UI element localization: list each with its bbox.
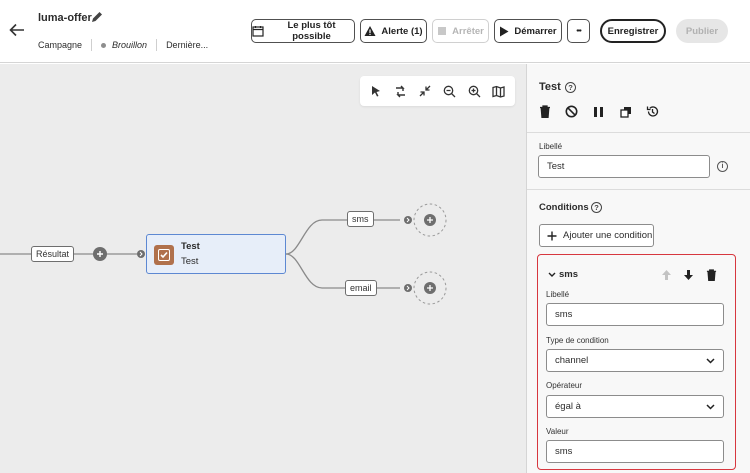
label-input[interactable]: Test bbox=[538, 155, 710, 178]
plus-icon bbox=[547, 231, 557, 240]
alert-label: Alerte (1) bbox=[381, 25, 423, 37]
condition-label-input[interactable]: sms bbox=[546, 303, 724, 326]
disable-icon[interactable] bbox=[564, 104, 579, 119]
pause-icon[interactable] bbox=[591, 104, 606, 119]
save-button[interactable]: Enregistrer bbox=[600, 19, 666, 43]
chevron-down-icon[interactable] bbox=[548, 272, 556, 278]
divider bbox=[91, 39, 93, 51]
result-tag[interactable]: Résultat bbox=[31, 246, 75, 262]
chevron-down-icon bbox=[706, 403, 715, 410]
operator-select[interactable]: égal à bbox=[546, 395, 724, 418]
label-caption: Libellé bbox=[539, 142, 563, 151]
branch-email-tag[interactable]: email bbox=[345, 280, 377, 296]
stop-button[interactable]: Arrêter bbox=[432, 19, 489, 43]
last-modified: Dernière... bbox=[166, 40, 209, 50]
operator-value: égal à bbox=[555, 401, 581, 412]
publish-label: Publier bbox=[685, 25, 719, 37]
condition-name: sms bbox=[559, 269, 579, 280]
panel-actions bbox=[537, 104, 660, 119]
conditions-help-icon[interactable]: ? bbox=[591, 202, 602, 213]
warning-icon bbox=[364, 26, 376, 36]
top-header: luma-offer Campagne Brouillon Dernière..… bbox=[0, 0, 750, 63]
move-up-icon[interactable] bbox=[661, 268, 672, 286]
condition-type-select[interactable]: channel bbox=[546, 349, 724, 372]
value-caption: Valeur bbox=[546, 427, 569, 436]
stop-icon bbox=[438, 27, 447, 35]
node-subtitle: Test bbox=[181, 256, 199, 267]
campaign-title: luma-offer bbox=[38, 12, 92, 24]
condition-type-caption: Type de condition bbox=[546, 336, 609, 345]
condition-node[interactable]: Test Test bbox=[146, 234, 286, 274]
save-label: Enregistrer bbox=[607, 25, 659, 37]
panel-title: Test bbox=[539, 81, 561, 93]
publish-button[interactable]: Publier bbox=[676, 19, 728, 43]
start-label: Démarrer bbox=[514, 25, 557, 37]
properties-panel: Test ? Libellé Test i Conditions ? Ajout… bbox=[526, 64, 750, 473]
chevron-down-icon bbox=[706, 357, 715, 364]
edit-pencil-icon[interactable] bbox=[90, 10, 104, 24]
condition-card: sms Libellé sms Type de condition channe… bbox=[537, 254, 736, 470]
schedule-button[interactable]: Le plus tôt possible bbox=[251, 19, 355, 43]
add-condition-button[interactable]: Ajouter une condition bbox=[539, 224, 654, 247]
conditions-title: Conditions bbox=[539, 202, 589, 213]
back-arrow-icon[interactable] bbox=[8, 21, 26, 39]
info-icon[interactable]: i bbox=[717, 161, 728, 172]
divider bbox=[527, 189, 750, 190]
divider bbox=[527, 132, 750, 133]
condition-type-value: channel bbox=[555, 355, 589, 366]
stop-label: Arrêter bbox=[452, 25, 484, 37]
divider bbox=[156, 39, 158, 51]
duplicate-icon[interactable] bbox=[618, 104, 633, 119]
branch-sms-tag[interactable]: sms bbox=[347, 211, 374, 227]
condition-checkbox-icon bbox=[154, 245, 174, 265]
move-down-icon[interactable] bbox=[683, 268, 694, 286]
history-icon[interactable] bbox=[645, 104, 660, 119]
play-icon bbox=[500, 26, 509, 36]
help-icon[interactable]: ? bbox=[565, 82, 576, 93]
add-condition-label: Ajouter une condition bbox=[563, 230, 653, 241]
more-icon: ••• bbox=[576, 27, 581, 35]
status-badge: Brouillon bbox=[112, 40, 148, 50]
start-button[interactable]: Démarrer bbox=[494, 19, 562, 43]
condition-value-input[interactable]: sms bbox=[546, 440, 724, 463]
condition-label-caption: Libellé bbox=[546, 290, 570, 299]
alert-button[interactable]: Alerte (1) bbox=[360, 19, 427, 43]
delete-icon[interactable] bbox=[537, 104, 552, 119]
status-dot-icon bbox=[101, 42, 107, 48]
delete-condition-icon[interactable] bbox=[706, 268, 717, 286]
schedule-label: Le plus tôt possible bbox=[287, 20, 336, 42]
campaign-type: Campagne bbox=[38, 40, 83, 50]
operator-caption: Opérateur bbox=[546, 381, 583, 390]
node-title: Test bbox=[181, 241, 200, 252]
more-actions-button[interactable]: ••• bbox=[567, 19, 590, 43]
journey-canvas[interactable]: Résultat sms email Test Test bbox=[0, 64, 526, 473]
calendar-icon bbox=[252, 26, 264, 37]
campaign-meta: Campagne Brouillon Dernière... bbox=[38, 39, 208, 51]
